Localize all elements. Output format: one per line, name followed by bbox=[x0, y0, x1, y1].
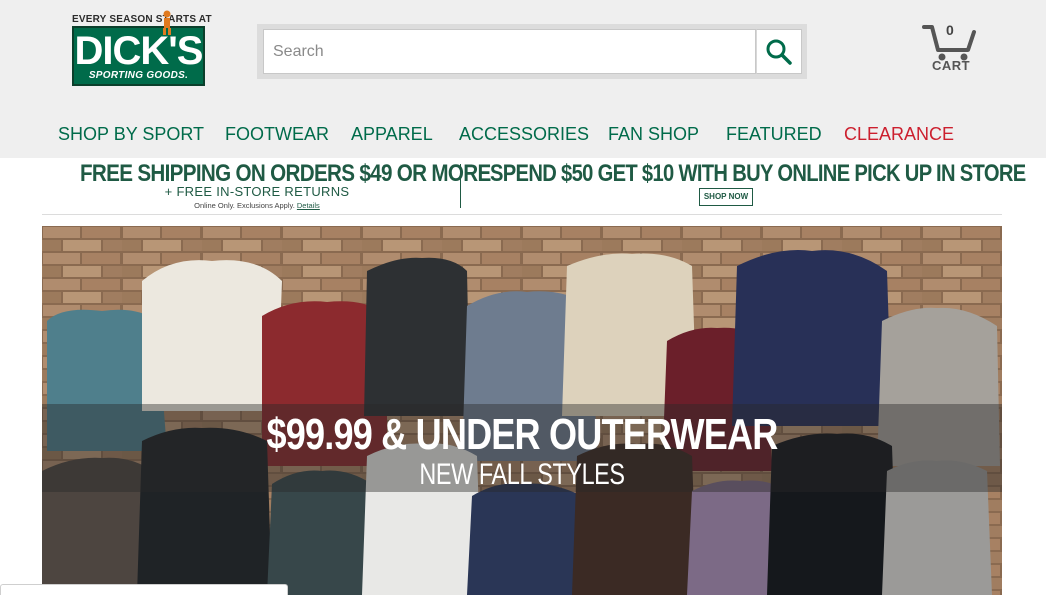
promo-banner: FREE SHIPPING ON ORDERS $49 OR MORE + FR… bbox=[42, 158, 1026, 215]
shop-now-button[interactable]: SHOP NOW bbox=[699, 188, 753, 206]
nav-item-fan-shop[interactable]: FAN SHOP bbox=[608, 124, 699, 145]
dicks-logo[interactable]: EVERY SEASON STARTS AT DICK'S SPORTING G… bbox=[72, 10, 212, 86]
search-input[interactable] bbox=[263, 29, 756, 74]
search-button[interactable] bbox=[756, 29, 802, 74]
bopis-headline[interactable]: SPEND $50 GET $10 WITH BUY ONLINE PICK U… bbox=[490, 160, 1026, 188]
hero-title: $99.99 & UNDER OUTERWEAR bbox=[266, 410, 779, 459]
nav-item-featured[interactable]: FEATURED bbox=[726, 124, 822, 145]
site-header: EVERY SEASON STARTS AT DICK'S SPORTING G… bbox=[0, 0, 1046, 158]
logo-figure-icon bbox=[163, 10, 171, 35]
nav-item-apparel[interactable]: APPAREL bbox=[351, 124, 433, 145]
search-bar bbox=[257, 24, 807, 79]
promo-divider bbox=[460, 164, 461, 208]
hero-subtitle: NEW FALL STYLES bbox=[419, 458, 625, 491]
cart-count-badge: 0 bbox=[946, 22, 954, 38]
cart-label: CART bbox=[931, 58, 971, 73]
exclusions-text: Online Only. Exclusions Apply. bbox=[194, 201, 295, 210]
main-navigation: SHOP BY SPORT FOOTWEAR APPAREL ACCESSORI… bbox=[0, 118, 1046, 150]
details-link[interactable]: Details bbox=[297, 201, 320, 210]
cart-button[interactable]: 0 CART bbox=[918, 20, 984, 76]
logo-wordmark: DICK'S bbox=[74, 29, 204, 73]
promo-fine-print: Online Only. Exclusions Apply. Details bbox=[42, 201, 472, 210]
feedback-tab[interactable] bbox=[0, 584, 288, 595]
hero-banner[interactable]: $99.99 & UNDER OUTERWEAR NEW FALL STYLES bbox=[42, 226, 1002, 595]
nav-item-accessories[interactable]: ACCESSORIES bbox=[459, 124, 589, 145]
nav-item-clearance[interactable]: CLEARANCE bbox=[844, 124, 954, 145]
logo-subtitle: SPORTING GOODS. bbox=[88, 70, 189, 81]
logo-tagline: EVERY SEASON STARTS AT bbox=[72, 14, 212, 25]
free-returns-text: + FREE IN-STORE RETURNS bbox=[164, 184, 350, 199]
nav-item-shop-by-sport[interactable]: SHOP BY SPORT bbox=[58, 124, 204, 145]
nav-item-footwear[interactable]: FOOTWEAR bbox=[225, 124, 329, 145]
logo-badge: DICK'S SPORTING GOODS. bbox=[72, 26, 205, 86]
search-icon bbox=[766, 39, 792, 65]
